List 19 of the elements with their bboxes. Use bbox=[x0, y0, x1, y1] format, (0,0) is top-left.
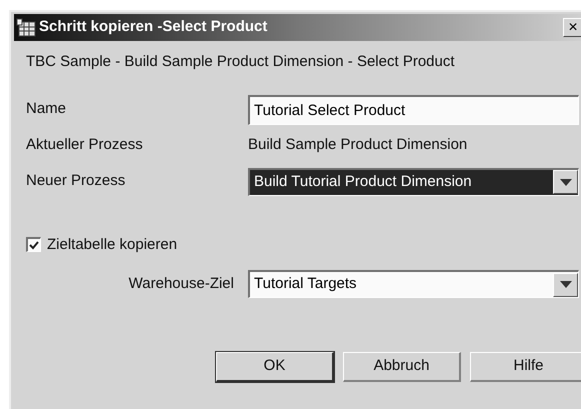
caret-icon bbox=[553, 170, 578, 194]
subtitle: TBC Sample - Build Sample Product Dimension - Select Product bbox=[26, 52, 456, 72]
name-field[interactable]: Tutorial Select Product bbox=[248, 94, 579, 124]
dropdown[interactable]: Tutorial Targets bbox=[248, 270, 579, 298]
field-label: Neuer Prozess bbox=[26, 171, 126, 192]
dropdown[interactable]: Build Tutorial Product Dimension bbox=[248, 168, 579, 196]
dialog-button[interactable]: Hilfe bbox=[470, 352, 581, 382]
caret-icon bbox=[553, 272, 578, 296]
field-label: Warehouse-Ziel bbox=[128, 274, 235, 294]
table-icon bbox=[16, 18, 36, 38]
window-title: Schritt kopieren -Select Product bbox=[39, 17, 268, 38]
field-value: Build Sample Product Dimension bbox=[248, 135, 468, 156]
field-label: Aktueller Prozess bbox=[26, 135, 144, 156]
close-button[interactable]: × bbox=[563, 18, 581, 37]
field-label: Name bbox=[26, 99, 68, 120]
dialog-button[interactable]: Abbruch bbox=[343, 352, 461, 382]
checkbox[interactable] bbox=[26, 237, 41, 252]
dialog-button[interactable]: OK bbox=[216, 352, 334, 382]
checkbox-label: Zieltabelle kopieren bbox=[47, 234, 178, 254]
